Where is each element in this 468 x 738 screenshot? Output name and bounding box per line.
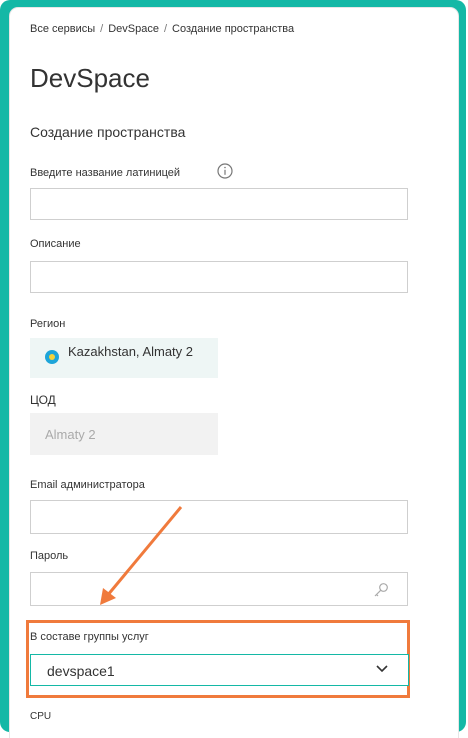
name-label: Введите название латиницей [30,167,181,179]
breadcrumb-separator: / [163,23,168,35]
region-label: Регион [30,318,66,330]
password-input[interactable] [30,572,408,606]
breadcrumb-all-services[interactable]: Все сервисы [30,23,95,35]
region-option-almaty-2[interactable]: Kazakhstan, Almaty 2 [30,338,218,378]
service-group-select[interactable]: devspace1 [30,654,409,686]
key-icon[interactable] [373,582,389,598]
service-group-label: В составе группы услуг [30,631,149,643]
email-input[interactable] [30,500,408,534]
dc-field: Almaty 2 [30,413,218,455]
region-option-label: Kazakhstan, Almaty 2 [68,344,194,359]
kazakhstan-flag-icon [45,350,59,364]
page-title: DevSpace [30,63,150,93]
description-input[interactable] [30,261,408,293]
cpu-label: CPU [30,711,52,722]
breadcrumb-separator: / [100,23,104,35]
dc-value: Almaty 2 [45,427,96,442]
name-input[interactable] [30,188,408,220]
service-group-value: devspace1 [47,663,115,679]
password-label: Пароль [30,550,69,562]
breadcrumb-current: Создание пространства [172,23,295,35]
dc-label: ЦОД [30,393,56,407]
breadcrumb: Все сервисы / DevSpace / Создание пространст… [30,23,294,35]
info-circle-icon[interactable] [217,163,233,179]
page-subtitle: Создание пространства [30,124,186,140]
email-label: Email администратора [30,479,145,491]
breadcrumb-devspace[interactable]: DevSpace [108,23,159,35]
chevron-down-icon [376,665,388,673]
description-label: Описание [30,238,81,250]
create-space-panel: Все сервисы / DevSpace / Создание пространст… [10,8,458,738]
